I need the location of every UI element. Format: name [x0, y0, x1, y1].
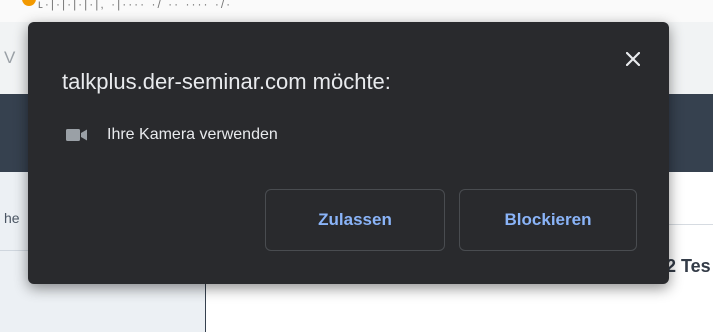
address-bar-fragment: ʟ·|·|·|·|·|, ·|···· ·/ ·· ···· ·/· [38, 0, 233, 11]
permission-popup: talkplus.der-seminar.com möchte: Ihre Ka… [28, 22, 669, 284]
block-button[interactable]: Blockieren [459, 189, 637, 251]
main-heading-fragment: 2 Tes [666, 256, 711, 276]
permission-row: Ihre Kamera verwenden [66, 123, 278, 147]
toolbar-label-fragment: V [4, 48, 16, 67]
popup-title: talkplus.der-seminar.com möchte: [62, 69, 391, 94]
close-icon [626, 52, 640, 66]
allow-button[interactable]: Zulassen [265, 189, 445, 251]
permission-label: Ihre Kamera verwenden [107, 126, 278, 143]
camera-icon [66, 129, 87, 141]
sidebar-text-fragment: he [4, 210, 20, 226]
close-button[interactable] [618, 44, 648, 74]
